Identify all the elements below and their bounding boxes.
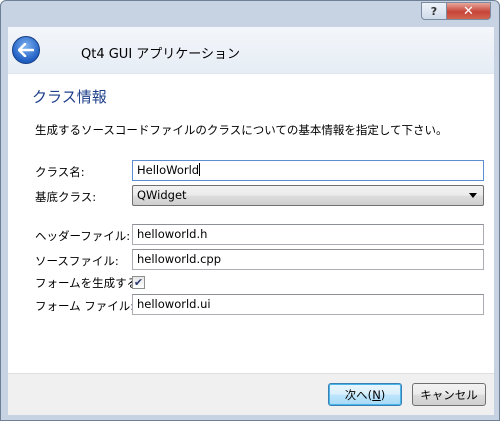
cancel-button[interactable]: キャンセル: [412, 383, 486, 406]
cancel-button-label: キャンセル: [420, 387, 478, 402]
help-button[interactable]: ?: [421, 2, 447, 20]
source-file-value: helloworld.cpp: [137, 252, 222, 266]
source-file-label: ソースファイル:: [35, 254, 119, 268]
next-label-mnemonic: N: [372, 387, 381, 402]
form-file-input[interactable]: helloworld.ui: [132, 294, 484, 315]
wizard-footer: 次へ(N) キャンセル: [8, 373, 494, 415]
back-arrow-icon: [18, 43, 34, 57]
page-heading: クラス情報: [32, 88, 107, 106]
header-file-value: helloworld.h: [137, 227, 208, 241]
class-name-value: HelloWorld: [137, 163, 200, 177]
form-file-value: helloworld.ui: [137, 297, 211, 311]
class-name-input[interactable]: HelloWorld: [132, 160, 484, 181]
page-description: 生成するソースコードファイルのクラスについての基本情報を指定して下さい。: [35, 123, 448, 137]
back-button[interactable]: [12, 36, 40, 64]
text-caret: [199, 163, 201, 176]
close-button[interactable]: ✕: [447, 2, 491, 20]
header-file-input[interactable]: helloworld.h: [132, 224, 484, 245]
next-button[interactable]: 次へ(N): [328, 383, 402, 406]
generate-form-checkbox[interactable]: ✔: [132, 276, 145, 289]
caption-buttons: ? ✕: [421, 2, 491, 20]
help-icon: ?: [430, 4, 438, 18]
close-icon: ✕: [463, 3, 474, 19]
wizard-window: ? ✕ Qt4 GUI アプリケーション クラス情報 生成するソースコードファイ…: [0, 0, 500, 421]
header-file-label: ヘッダーファイル:: [35, 229, 131, 243]
wizard-header: Qt4 GUI アプリケーション: [8, 27, 494, 73]
next-label-suffix: ): [380, 387, 386, 402]
next-button-label: 次へ(N): [345, 387, 386, 403]
chevron-down-icon: [469, 193, 477, 198]
class-name-label: クラス名:: [35, 165, 85, 179]
generate-form-label: フォームを生成する:: [35, 276, 143, 290]
wizard-page: クラス情報 生成するソースコードファイルのクラスについての基本情報を指定して下さ…: [8, 73, 494, 373]
base-class-value: QWidget: [137, 188, 187, 202]
base-class-select[interactable]: QWidget: [132, 185, 484, 206]
base-class-label: 基底クラス:: [35, 190, 97, 204]
wizard-title: Qt4 GUI アプリケーション: [81, 47, 241, 62]
form-file-label: フォーム ファイル:: [35, 299, 135, 313]
source-file-input[interactable]: helloworld.cpp: [132, 249, 484, 270]
checkmark-icon: ✔: [133, 276, 144, 289]
next-label-prefix: 次へ(: [344, 387, 373, 402]
